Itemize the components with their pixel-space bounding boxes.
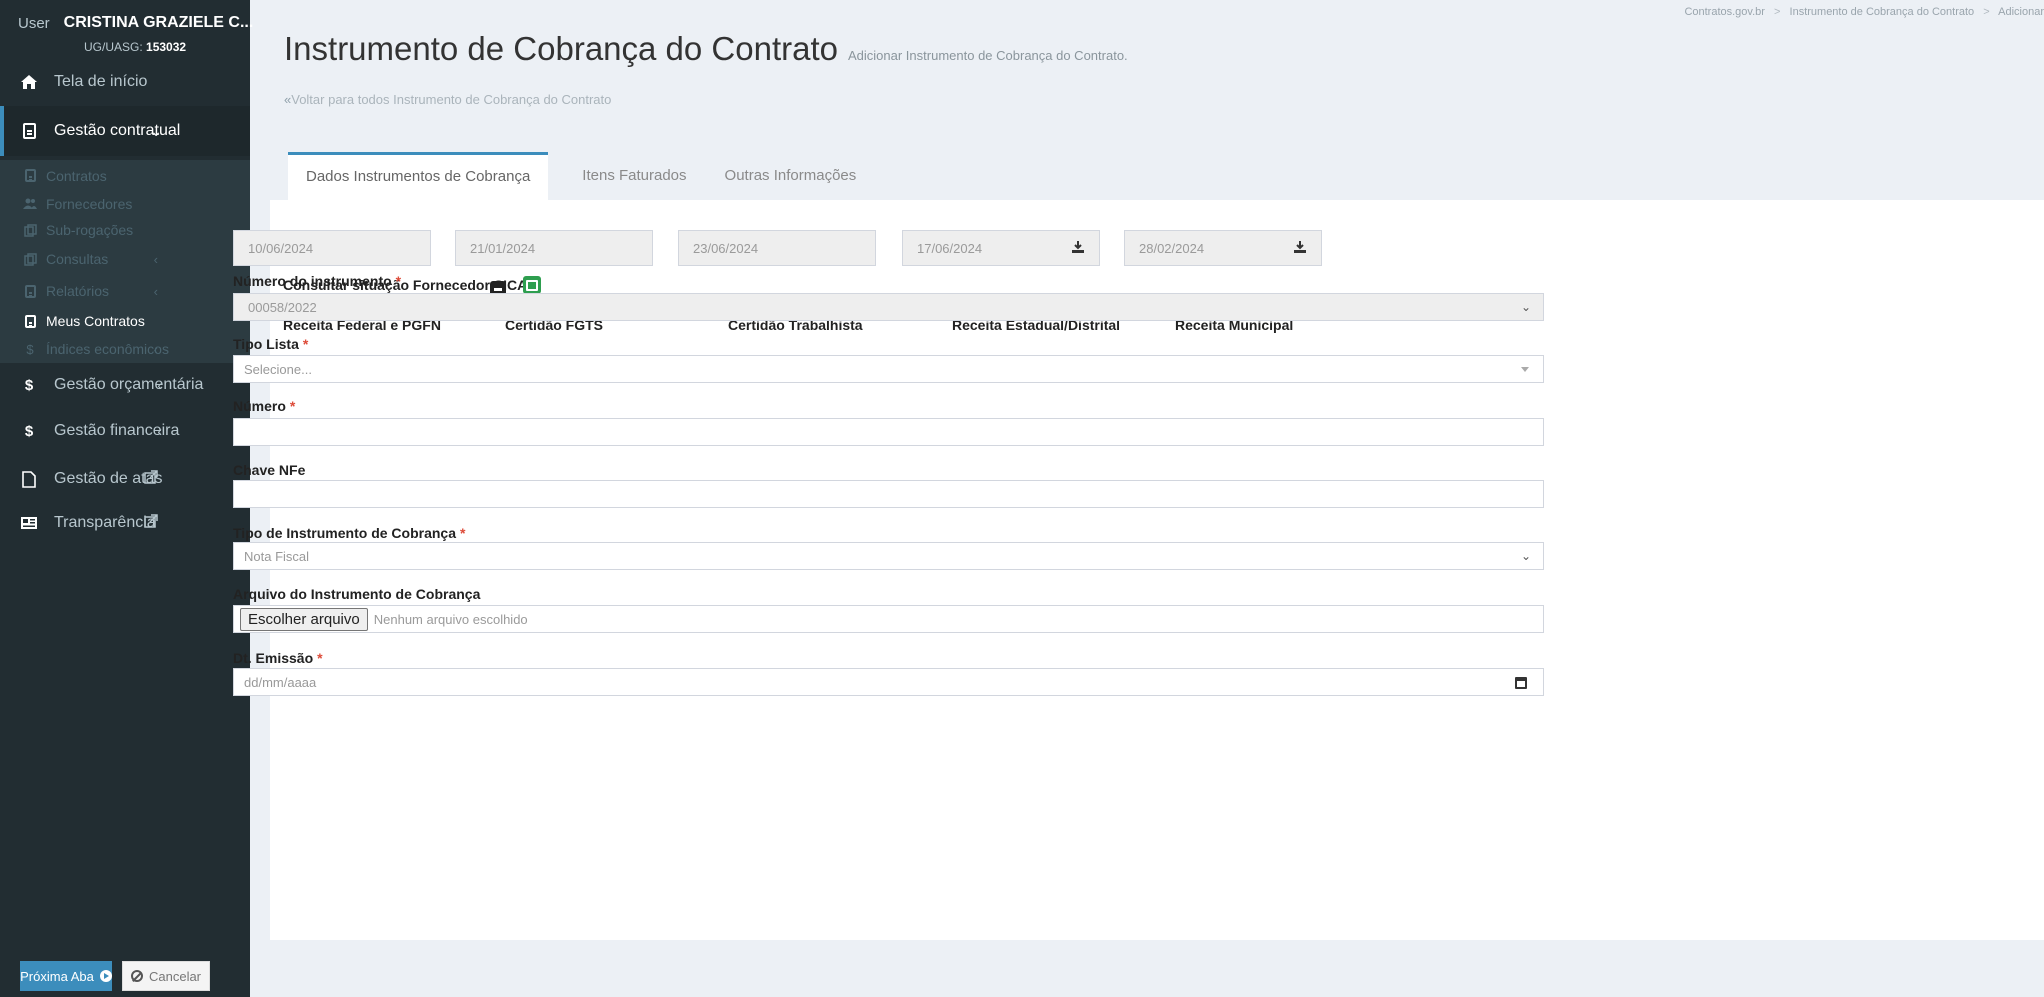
user-panel: User CRISTINA GRAZIELE C... UG/UASG: 153… <box>0 0 253 70</box>
sidebar-item-relatorios[interactable]: Relatórios ‹ <box>0 275 250 307</box>
breadcrumb-item: Adicionar <box>1998 6 2044 18</box>
cancel-button[interactable]: Cancelar <box>122 961 210 991</box>
tab-dados-instrumentos[interactable]: Dados Instrumentos de Cobrança <box>288 152 549 200</box>
breadcrumb-item[interactable]: Contratos.gov.br <box>1684 6 1765 18</box>
cert-field-receita-federal: 10/06/2024 <box>233 230 431 266</box>
users-icon <box>22 198 38 210</box>
breadcrumb-item[interactable]: Instrumento de Cobrança do Contrato <box>1790 6 1975 18</box>
sidebar-item-indices[interactable]: $ Índices econômicos ‹ <box>0 335 250 363</box>
report-icon <box>22 284 38 298</box>
home-icon <box>16 75 42 89</box>
user-word: User <box>18 14 50 32</box>
breadcrumb: Contratos.gov.br > Instrumento de Cobran… <box>1684 6 2044 18</box>
arquivo-file-input[interactable]: Escolher arquivo Nenhum arquivo escolhid… <box>233 605 1544 633</box>
back-link[interactable]: «Voltar para todos Instrumento de Cobran… <box>284 92 611 107</box>
numero-label: Número * <box>233 398 296 414</box>
calendar-icon[interactable] <box>1515 677 1527 689</box>
sidebar-item-subrogacoes[interactable]: Sub-rogações <box>0 217 250 243</box>
uasg-code: 153032 <box>146 40 187 54</box>
numero-instrumento-label: Número do instrumento * <box>233 273 402 289</box>
choose-file-button[interactable]: Escolher arquivo <box>240 607 368 631</box>
chevron-down-icon: ⌄ <box>150 122 162 139</box>
sidebar-item-fornecedores[interactable]: Fornecedores <box>0 191 250 217</box>
document-icon <box>22 169 38 182</box>
arquivo-label: Arquivo do Instrumento de Cobrança <box>233 586 481 602</box>
user-uasg: UG/UASG: 153032 <box>84 40 187 54</box>
document-icon <box>22 314 38 328</box>
cert-field-fgts: 21/01/2024 <box>455 230 653 266</box>
numero-instrumento-select: 00058/2022 ⌄ <box>233 293 1544 321</box>
cert-field-municipal: 28/02/2024 <box>1124 230 1322 266</box>
page-subtitle: Adicionar Instrumento de Cobrança do Con… <box>848 48 1128 63</box>
copy-icon <box>22 252 38 266</box>
file-icon <box>16 470 42 488</box>
page-title: Instrumento de Cobrança do Contrato Adici… <box>284 30 1128 67</box>
contract-submenu: Contratos Fornecedores Sub-rogações Cons… <box>0 160 250 363</box>
cert-field-trabalhista: 23/06/2024 <box>678 230 876 266</box>
newspaper-icon <box>16 517 42 529</box>
dollar-icon: $ <box>24 376 34 394</box>
numero-input[interactable] <box>233 418 1544 446</box>
download-icon[interactable] <box>1071 240 1085 254</box>
sidebar-item-meus-contratos[interactable]: Meus Contratos <box>0 307 250 335</box>
chevron-left-icon: ‹ <box>157 423 162 439</box>
tab-bar: Dados Instrumentos de Cobrança Itens Fat… <box>288 152 872 200</box>
chevron-down-icon: ⌄ <box>1520 300 1531 314</box>
external-link-icon <box>144 513 158 533</box>
next-tab-button[interactable]: Próxima Aba <box>20 961 112 991</box>
sidebar-menu: Tela de início Gestão contratual ⌄ Contr… <box>0 66 250 543</box>
dollar-icon: $ <box>24 422 34 440</box>
chevron-left-icon: ‹ <box>153 251 158 267</box>
cert-field-estadual: 17/06/2024 <box>902 230 1100 266</box>
dollar-icon: $ <box>26 341 34 357</box>
download-icon[interactable] <box>1293 240 1307 254</box>
dt-emissao-input[interactable]: dd/mm/aaaa <box>233 668 1544 696</box>
chevron-left-icon: ‹ <box>153 283 158 299</box>
chave-nfe-label: Chave NFe <box>233 462 306 478</box>
tipo-instrumento-label: Tipo de Instrumento de Cobrança * <box>233 525 466 541</box>
tipo-lista-select[interactable]: Selecione... <box>233 355 1544 383</box>
sidebar: User CRISTINA GRAZIELE C... UG/UASG: 153… <box>0 0 253 997</box>
sidebar-item-consultas[interactable]: Consultas ‹ <box>0 243 250 275</box>
external-link-icon <box>144 469 158 489</box>
chave-nfe-input[interactable] <box>233 480 1544 508</box>
tab-itens-faturados[interactable]: Itens Faturados <box>566 152 702 200</box>
user-name[interactable]: CRISTINA GRAZIELE C... <box>64 14 254 32</box>
tab-outras-informacoes[interactable]: Outras Informações <box>709 152 873 200</box>
sidebar-item-label: Tela de início <box>54 73 148 90</box>
sidebar-item-financeira[interactable]: $ Gestão financeira ‹ <box>0 407 250 455</box>
sicaf-consult-button[interactable] <box>523 276 541 294</box>
caret-down-icon <box>1521 367 1529 372</box>
arrow-circle-right-icon <box>99 970 112 982</box>
chevron-left-icon: ‹ <box>153 341 158 357</box>
sidebar-item-atas[interactable]: Gestão de atas <box>0 455 250 503</box>
chevron-left-icon: ‹ <box>157 377 162 393</box>
sidebar-item-contract-mgmt[interactable]: Gestão contratual ⌄ <box>0 106 250 156</box>
sidebar-item-orcamentaria[interactable]: $ Gestão orçamentária ‹ <box>0 363 250 407</box>
sidebar-item-home[interactable]: Tela de início <box>0 66 250 98</box>
chevron-down-icon: ⌄ <box>1520 549 1531 563</box>
ban-icon <box>130 970 143 982</box>
sidebar-item-contratos[interactable]: Contratos <box>0 160 250 191</box>
document-icon <box>16 123 42 139</box>
tipo-instrumento-select[interactable]: Nota Fiscal ⌄ <box>233 542 1544 570</box>
copy-icon <box>22 223 38 237</box>
file-status: Nenhum arquivo escolhido <box>373 611 528 627</box>
tipo-lista-label: Tipo Lista * <box>233 336 309 352</box>
dt-emissao-label: Dt. Emissão * <box>233 650 323 666</box>
sidebar-item-transparencia[interactable]: Transparência <box>0 503 250 543</box>
